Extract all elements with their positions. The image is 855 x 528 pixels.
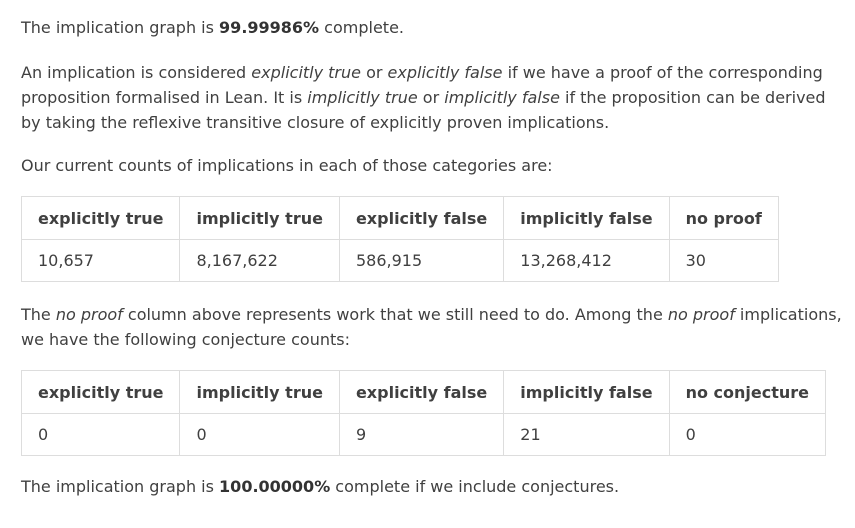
- table-cell: 9: [338, 413, 505, 456]
- conjecture-table: explicitly true implicitly true explicit…: [20, 370, 826, 456]
- conjecture-summary-prefix: The implication graph is: [21, 477, 220, 496]
- column-header: implicitly false: [503, 196, 670, 240]
- definition-term: explicitly true: [251, 63, 361, 82]
- no-proof-note: The no proof column above represents wor…: [21, 302, 846, 352]
- table-cell: 0: [20, 413, 181, 456]
- counts-table: explicitly true implicitly true explicit…: [20, 196, 779, 282]
- note-text: The: [21, 305, 56, 324]
- column-header: explicitly false: [338, 196, 505, 240]
- column-header: implicitly false: [503, 370, 670, 414]
- definition-term: implicitly true: [307, 88, 418, 107]
- column-header: explicitly true: [20, 370, 181, 414]
- column-header: explicitly true: [20, 196, 181, 240]
- table-cell: 21: [503, 413, 670, 456]
- conjecture-summary: The implication graph is 100.00000% comp…: [21, 474, 846, 499]
- conjecture-summary-percent: 100.00000%: [219, 477, 331, 496]
- counts-intro: Our current counts of implications in ea…: [21, 156, 553, 175]
- definition-text: or: [361, 63, 388, 82]
- definition-term: implicitly false: [444, 88, 560, 107]
- table-header-row: explicitly true implicitly true explicit…: [20, 370, 826, 414]
- column-header: implicitly true: [179, 196, 340, 240]
- column-header: implicitly true: [179, 370, 340, 414]
- table-cell: 30: [668, 239, 779, 282]
- column-header: no proof: [668, 196, 779, 240]
- summary-paragraph: The implication graph is 99.99986% compl…: [21, 15, 846, 40]
- conjecture-summary-suffix: complete if we include conjectures.: [330, 477, 620, 496]
- note-term: no proof: [55, 305, 123, 324]
- table-cell: 0: [179, 413, 340, 456]
- table-cell: 13,268,412: [503, 239, 670, 282]
- note-text: column above represents work that we sti…: [122, 305, 668, 324]
- summary-percent: 99.99986%: [219, 18, 320, 37]
- definition-term: explicitly false: [387, 63, 503, 82]
- summary-suffix: complete.: [319, 18, 404, 37]
- table-header-row: explicitly true implicitly true explicit…: [20, 196, 779, 240]
- table-cell: 8,167,622: [179, 239, 340, 282]
- column-header: no conjecture: [668, 370, 826, 414]
- column-header: explicitly false: [338, 370, 505, 414]
- table-cell: 0: [668, 413, 826, 456]
- content: The implication graph is 99.99986% compl…: [0, 0, 846, 499]
- table-cell: 10,657: [20, 239, 181, 282]
- definition-paragraph: An implication is considered explicitly …: [21, 60, 846, 135]
- note-term: no proof: [667, 305, 735, 324]
- summary-prefix: The implication graph is: [21, 18, 220, 37]
- definition-text: An implication is considered: [21, 63, 252, 82]
- table-row: 10,657 8,167,622 586,915 13,268,412 30: [20, 239, 779, 282]
- table-cell: 586,915: [338, 239, 505, 282]
- definition-text: or: [417, 88, 445, 107]
- table-row: 0 0 9 21 0: [20, 413, 826, 456]
